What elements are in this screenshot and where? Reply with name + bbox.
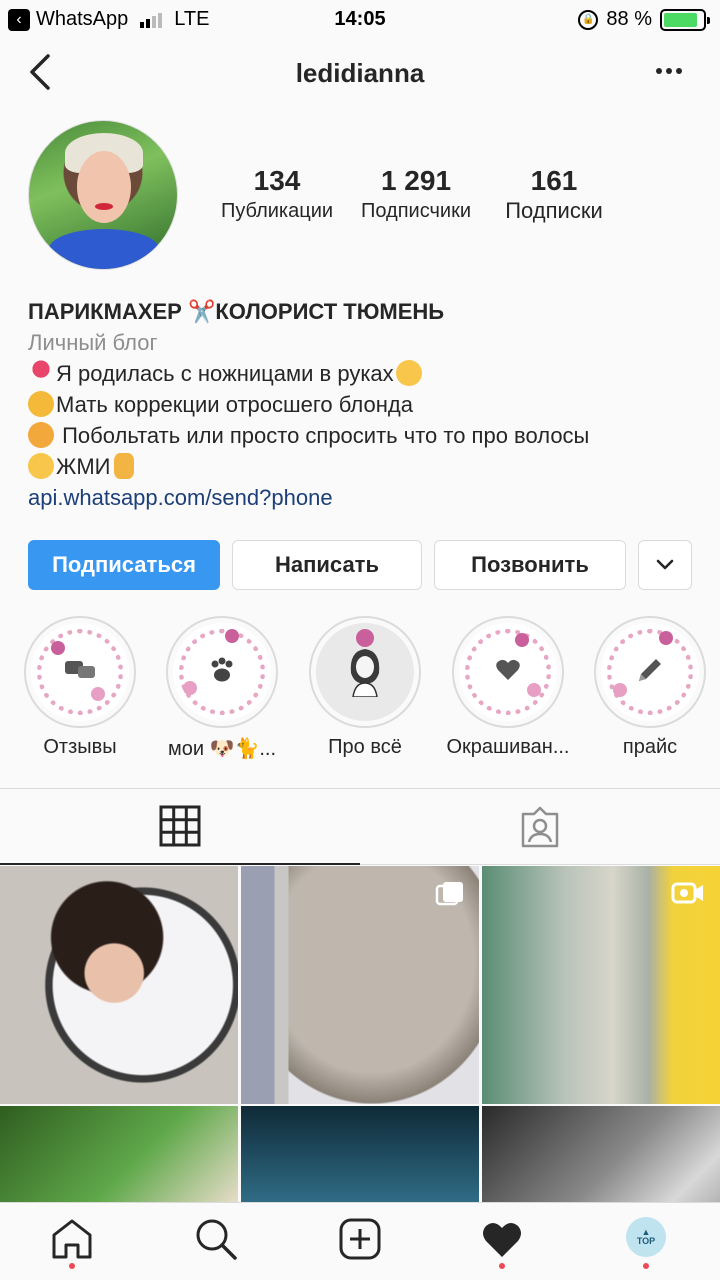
highlight-about[interactable]: Про всё <box>300 616 430 759</box>
posts-label: Публикации <box>220 200 334 222</box>
following-label: Подписки <box>505 198 603 223</box>
grin-emoji-icon <box>395 360 422 386</box>
tab-tagged[interactable] <box>360 789 720 865</box>
highlight-label: Отзывы <box>43 736 117 758</box>
heart-icon <box>495 658 521 686</box>
haircut-icon <box>28 422 54 448</box>
bio-line-4-text: ЖМИ <box>56 454 111 479</box>
profile-username: ledidianna <box>295 58 425 88</box>
status-bar: ‹ WhatsApp LTE 14:05 🔒 88 % <box>0 0 720 40</box>
profile-avatar-small: ▲ TOP <box>626 1217 666 1257</box>
girl-drawing-icon <box>345 643 385 701</box>
profile-avatar[interactable] <box>28 120 178 270</box>
nav-home[interactable] <box>42 1217 102 1269</box>
profile-tabs <box>0 788 720 865</box>
nav-new-post[interactable] <box>330 1217 390 1267</box>
bio-name: ПАРИКМАХЕР ✂️КОЛОРИСТ ТЮМЕНЬ <box>28 299 445 324</box>
bio-line-2-text: Мать коррекции отросшего блонда <box>56 392 413 417</box>
tab-grid[interactable] <box>0 789 360 865</box>
highlight-coloring[interactable]: Окрашиван... <box>443 616 573 759</box>
profile-header: ledidianna <box>0 44 720 108</box>
followers-number: 1 291 <box>380 165 452 196</box>
nav-profile[interactable]: ▲ TOP <box>616 1217 676 1269</box>
point-down-icon <box>114 453 135 479</box>
chat-bubbles-icon <box>63 657 97 687</box>
highlight-label: мои 🐶🐈... <box>167 738 277 760</box>
bio-line-3-text: Побольтать или просто спросить что то пр… <box>56 423 590 448</box>
search-icon <box>196 1219 237 1260</box>
bio-link[interactable]: api.whatsapp.com/send?phone <box>28 482 698 513</box>
highlight-label: Окрашиван... <box>446 736 570 758</box>
notification-dot <box>643 1263 649 1269</box>
video-icon <box>671 882 703 904</box>
post-thumbnail[interactable] <box>0 1106 238 1202</box>
suggestions-button[interactable] <box>638 540 692 590</box>
highlight-price[interactable]: прайс <box>585 616 715 759</box>
bottom-navigation: ▲ TOP <box>0 1202 720 1280</box>
paw-icon <box>207 655 237 689</box>
post-thumbnail[interactable] <box>241 1106 479 1202</box>
post-thumbnail[interactable] <box>0 866 238 1104</box>
post-thumbnail[interactable] <box>482 866 720 1104</box>
home-icon <box>52 1219 92 1259</box>
following-count[interactable]: 161 Подписки <box>496 164 612 224</box>
heart-icon <box>483 1222 521 1257</box>
post-thumbnail[interactable] <box>482 1106 720 1202</box>
profile-actions: Подписаться Написать Позвонить <box>28 540 692 590</box>
nav-activity[interactable] <box>472 1217 532 1269</box>
following-number: 161 <box>530 165 578 196</box>
profile-badge-text: TOP <box>636 1236 656 1246</box>
tagged-person-icon <box>521 806 559 847</box>
highlight-label: Про всё <box>328 736 402 758</box>
post-thumbnail[interactable] <box>241 866 479 1104</box>
carousel-icon <box>435 882 463 906</box>
posts-number: 134 <box>253 165 301 196</box>
posts-grid <box>0 866 720 1202</box>
rotation-lock-icon: 🔒 <box>578 9 599 30</box>
notification-dot <box>499 1263 505 1269</box>
tulip-icon <box>28 360 54 386</box>
bio-line-1: Я родилась с ножницами в руках <box>28 358 698 389</box>
followers-count[interactable]: 1 291 Подписчики <box>354 164 478 224</box>
message-button[interactable]: Написать <box>232 540 422 590</box>
highlight-label: прайс <box>622 736 678 758</box>
grid-icon <box>159 805 201 847</box>
add-post-icon <box>339 1218 381 1260</box>
call-button[interactable]: Позвонить <box>434 540 626 590</box>
battery-icon <box>660 8 710 31</box>
battery-percent: 88 % <box>606 8 652 30</box>
nav-search[interactable] <box>186 1217 246 1267</box>
bio-line-3: Побольтать или просто спросить что то пр… <box>28 420 698 451</box>
highlight-pets[interactable]: мои 🐶🐈... <box>157 616 287 761</box>
bio-category: Личный блог <box>28 330 158 355</box>
more-options-icon[interactable] <box>656 68 682 74</box>
followers-label: Подписчики <box>360 200 472 222</box>
story-highlights: Отзывы мои 🐶🐈... Про всё Окрашиван... пр… <box>0 616 720 766</box>
follow-button[interactable]: Подписаться <box>28 540 220 590</box>
chevron-down-icon <box>656 559 674 570</box>
bio-line-1-text: Я родилась с ножницами в руках <box>56 361 394 386</box>
highlight-reviews[interactable]: Отзывы <box>15 616 145 759</box>
notification-dot <box>69 1263 75 1269</box>
blonde-woman-icon <box>28 391 54 417</box>
yum-emoji-icon <box>28 453 54 479</box>
bio-line-2: Мать коррекции отросшего блонда <box>28 389 698 420</box>
posts-count[interactable]: 134 Публикации <box>214 164 340 224</box>
bio-line-4: ЖМИ <box>28 451 698 482</box>
profile-bio: ПАРИКМАХЕР ✂️КОЛОРИСТ ТЮМЕНЬ Личный блог… <box>28 296 698 513</box>
pen-icon <box>635 655 665 689</box>
